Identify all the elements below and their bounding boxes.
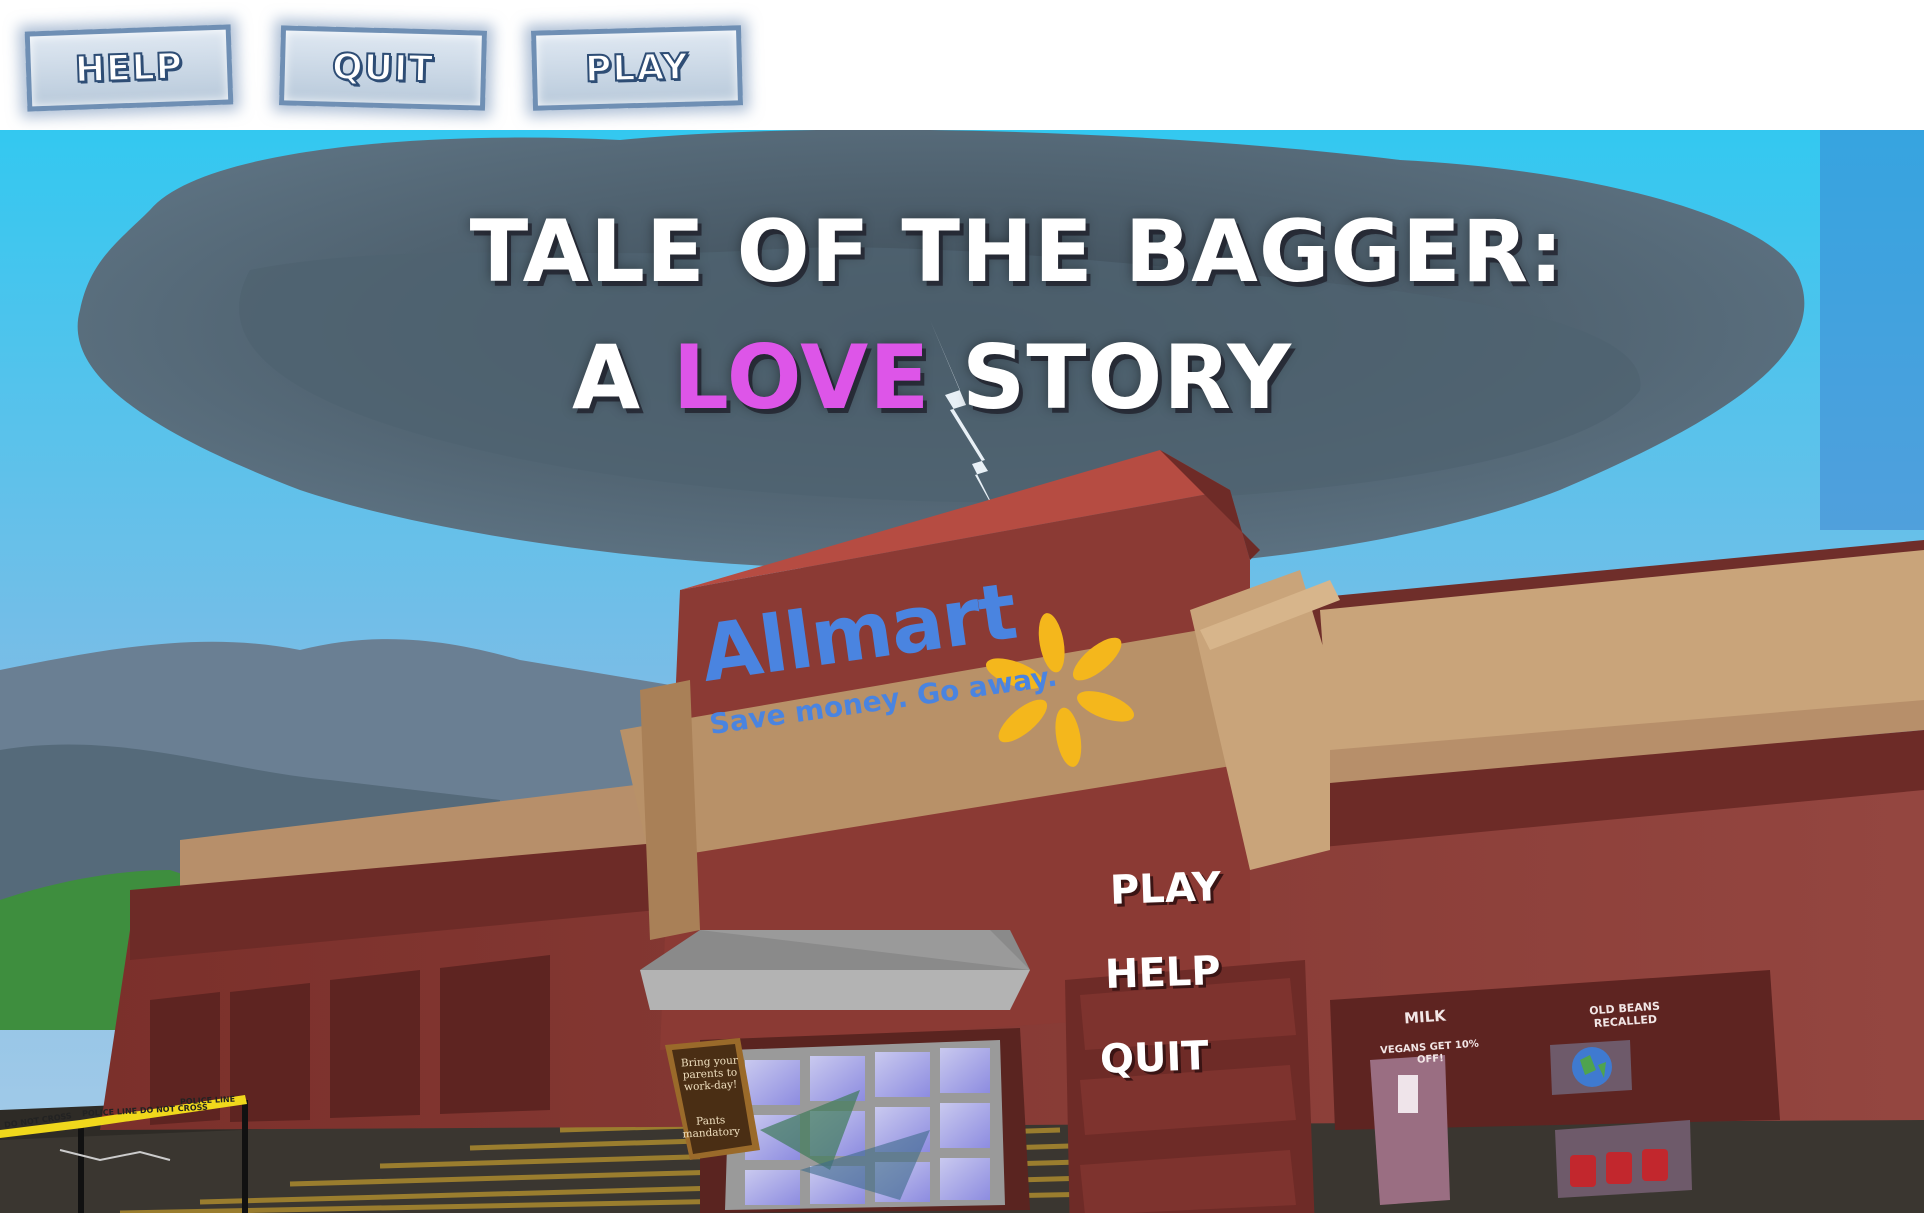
- game-title-line1: TALE OF THE BAGGER:: [469, 202, 1565, 302]
- game-title-line2: A LOVE STORY: [0, 326, 1894, 429]
- sandwich-sign-line1: Bring your parents to work-day!: [680, 1054, 739, 1094]
- milk-glass-icon: [1398, 1075, 1418, 1113]
- title-prefix: A: [572, 326, 673, 429]
- sandwich-sign-line2: Pants mandatory: [682, 1114, 741, 1141]
- play-button-label: PLAY: [584, 45, 691, 91]
- menu-help-button[interactable]: HELP: [1104, 948, 1221, 998]
- menu-play-button[interactable]: PLAY: [1109, 864, 1221, 914]
- menu-quit-button[interactable]: QUIT: [1099, 1033, 1209, 1083]
- help-button-label: HELP: [73, 45, 184, 92]
- game-scene: TALE OF THE BAGGER: A LOVE STORY Allmart…: [0, 130, 1924, 1213]
- title-suffix: STORY: [930, 326, 1292, 429]
- quit-button[interactable]: QUIT: [278, 25, 488, 111]
- help-button[interactable]: HELP: [24, 24, 234, 112]
- quit-button-label: QUIT: [331, 45, 436, 91]
- play-button[interactable]: PLAY: [530, 25, 744, 111]
- title-love-word: LOVE: [672, 326, 931, 429]
